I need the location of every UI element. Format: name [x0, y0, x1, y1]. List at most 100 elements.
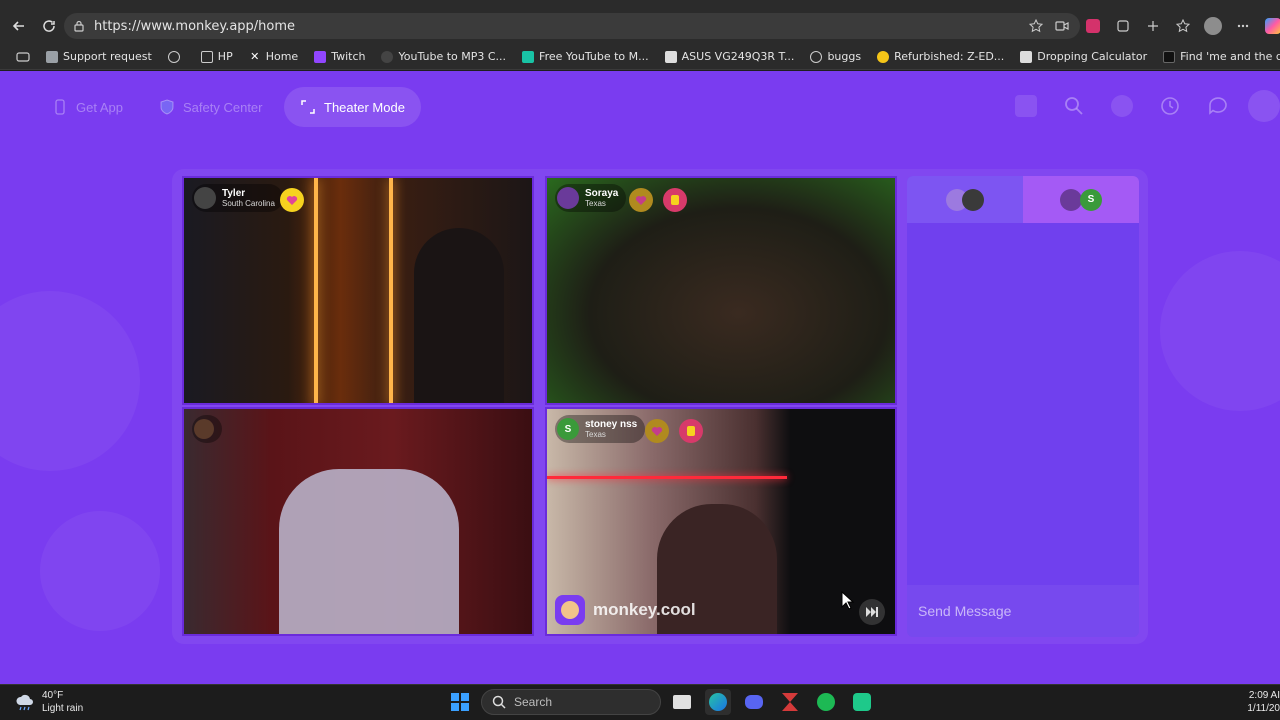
- mouse-cursor-icon: [841, 591, 855, 610]
- user-location: South Carolina: [222, 198, 275, 208]
- weather-widget[interactable]: 40°F Light rain: [14, 689, 83, 715]
- heart-icon[interactable]: [629, 188, 653, 212]
- user-avatar[interactable]: [1248, 90, 1280, 122]
- bookmark-item[interactable]: YouTube to MP3 C...: [373, 50, 514, 63]
- heart-icon[interactable]: [645, 419, 669, 443]
- address-bar[interactable]: https://www.monkey.app/home: [64, 13, 1080, 39]
- bookmark-favicon-icon: [381, 50, 394, 63]
- more-menu-icon[interactable]: [1230, 13, 1256, 39]
- avatar: [1060, 188, 1082, 211]
- split-screen-icon[interactable]: [1140, 13, 1166, 39]
- user-label: Soraya Texas: [555, 184, 627, 212]
- video-tile[interactable]: [182, 407, 534, 636]
- bookmark-favicon-icon: [877, 50, 890, 63]
- bookmark-item[interactable]: Find 'me and the d...: [1155, 50, 1280, 63]
- bookmark-favicon-icon: [46, 50, 58, 63]
- username: Tyler: [222, 187, 246, 199]
- search-icon: [492, 695, 506, 709]
- chat-panel: S Send Message: [907, 176, 1139, 637]
- lock-icon: [74, 20, 84, 32]
- extensions-puzzle-icon[interactable]: [1110, 13, 1136, 39]
- bookmark-item[interactable]: Free YouTube to M...: [514, 50, 657, 63]
- extension-shield-icon[interactable]: [1080, 13, 1106, 39]
- username: Soraya: [585, 187, 619, 199]
- send-message-input[interactable]: Send Message: [907, 585, 1139, 637]
- system-clock[interactable]: 2:09 AI 1/11/20: [1224, 689, 1280, 715]
- history-clock-icon[interactable]: [1159, 95, 1181, 117]
- bookmarks-bar: Support request HP ✕ Home Twitch YouTube …: [0, 44, 1280, 70]
- video-tile[interactable]: Soraya Texas: [545, 176, 897, 405]
- user-label: [192, 415, 222, 443]
- bookmark-item[interactable]: HP: [193, 50, 241, 63]
- search-icon[interactable]: [1063, 95, 1085, 117]
- favorite-star-icon[interactable]: [1026, 16, 1046, 36]
- profile-avatar[interactable]: [1200, 13, 1226, 39]
- bookmark-item[interactable]: [160, 50, 193, 63]
- skip-button[interactable]: [859, 599, 885, 625]
- discord-icon[interactable]: [741, 689, 767, 715]
- bookmark-item[interactable]: buggs: [802, 50, 869, 63]
- shield-icon: [159, 99, 175, 115]
- edge-browser-icon[interactable]: [705, 689, 731, 715]
- bookmark-item[interactable]: Twitch: [306, 50, 373, 63]
- calculator-icon: [1020, 50, 1033, 63]
- bookmark-item[interactable]: Dropping Calculator: [1012, 50, 1155, 63]
- bookmark-favicon-icon: [664, 50, 677, 63]
- background-decoration: [40, 511, 160, 631]
- heart-icon[interactable]: [280, 188, 304, 212]
- bookmark-item[interactable]: Refurbished: Z-ED...: [869, 50, 1012, 63]
- video-camera-icon[interactable]: [1052, 16, 1072, 36]
- user-label: Tyler South Carolina: [192, 184, 283, 212]
- x-logo-icon: ✕: [250, 49, 260, 63]
- report-icon[interactable]: [663, 188, 687, 212]
- background-decoration: [547, 476, 787, 479]
- video-tile[interactable]: S stoney nss Texas monkey.cool: [545, 407, 897, 636]
- bookmark-item[interactable]: Support request: [38, 50, 160, 63]
- weather-desc: Light rain: [42, 703, 84, 714]
- game-app-icon[interactable]: [777, 689, 803, 715]
- avatar: [557, 187, 579, 209]
- background-decoration: [389, 178, 393, 403]
- bookmark-item[interactable]: ✕ Home: [241, 50, 306, 63]
- browser-toolbar: https://www.monkey.app/home: [0, 0, 1280, 44]
- app-icon[interactable]: [849, 689, 875, 715]
- chat-tab[interactable]: S: [1023, 176, 1139, 223]
- top-navigation: Get App Safety Center Theater Mode: [0, 71, 1280, 143]
- safety-center-button[interactable]: Safety Center: [143, 87, 279, 127]
- bookmarks-toggle-icon[interactable]: [8, 51, 38, 63]
- favorites-icon[interactable]: [1170, 13, 1196, 39]
- start-button[interactable]: [447, 689, 473, 715]
- chat-tab[interactable]: [907, 176, 1023, 223]
- refresh-icon: [43, 20, 55, 32]
- user-location: Texas: [585, 429, 606, 439]
- copilot-icon[interactable]: [1260, 13, 1280, 39]
- profile-icon[interactable]: [1111, 95, 1133, 117]
- phone-icon: [52, 99, 68, 115]
- video-tile[interactable]: Tyler South Carolina: [182, 176, 534, 405]
- back-arrow-icon: [12, 21, 24, 31]
- folder-icon: [200, 50, 213, 63]
- spotify-icon[interactable]: [813, 689, 839, 715]
- globe-icon: [810, 50, 823, 63]
- chat-bubble-icon[interactable]: [1207, 95, 1229, 117]
- bookmark-item[interactable]: ASUS VG249Q3R T...: [657, 50, 803, 63]
- url-text: https://www.monkey.app/home: [94, 18, 296, 34]
- shop-icon[interactable]: [1015, 95, 1037, 117]
- refresh-button[interactable]: [34, 11, 64, 41]
- taskbar-search[interactable]: Search: [481, 689, 661, 715]
- person-silhouette: [279, 469, 459, 634]
- file-explorer-icon[interactable]: [669, 689, 695, 715]
- report-icon[interactable]: [679, 419, 703, 443]
- temperature: 40°F: [42, 690, 64, 701]
- avatar: [194, 187, 216, 209]
- theater-mode-button[interactable]: Theater Mode: [284, 87, 421, 127]
- globe-icon: [167, 50, 180, 63]
- get-app-button[interactable]: Get App: [36, 87, 139, 127]
- avatar: [962, 188, 984, 211]
- bookmark-favicon-icon: [522, 50, 535, 63]
- back-button[interactable]: [4, 11, 34, 41]
- person-silhouette: [414, 228, 504, 403]
- avatar: S: [1080, 188, 1102, 211]
- background-decoration: [0, 291, 140, 471]
- monkey-app-page: Get App Safety Center Theater Mode Tyler…: [0, 71, 1280, 684]
